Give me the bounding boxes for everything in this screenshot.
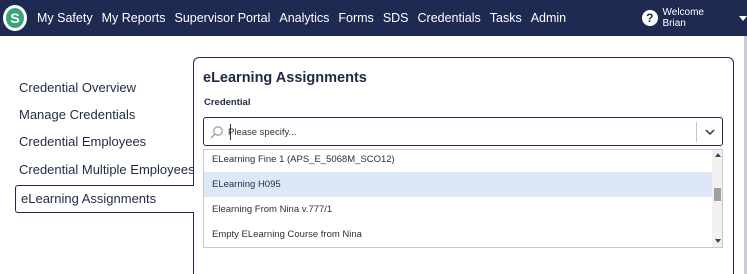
list-item[interactable]: Empty ELearning Course from Nina (204, 222, 712, 247)
text-cursor (230, 124, 231, 140)
tab-connector (192, 186, 195, 212)
sidebar-item-credential-multiple-employees[interactable]: Credential Multiple Employees (19, 162, 195, 177)
search-icon (210, 126, 223, 139)
list-item[interactable]: Elearning From Nina v.777/1 (204, 197, 712, 222)
sidebar-item-manage-credentials[interactable]: Manage Credentials (19, 107, 135, 122)
sidebar-item-label: eLearning Assignments (21, 191, 157, 206)
list-item[interactable]: ELearning H095 (204, 172, 712, 197)
main-nav: My Safety My Reports Supervisor Portal A… (37, 0, 566, 36)
user-menu[interactable]: ? Welcome Brian (642, 7, 747, 29)
sidebar-item-credential-overview[interactable]: Credential Overview (19, 80, 136, 95)
credential-select[interactable] (203, 117, 723, 146)
chevron-down-icon[interactable] (704, 126, 716, 138)
nav-forms[interactable]: Forms (338, 11, 373, 25)
help-icon[interactable]: ? (642, 10, 658, 26)
welcome-text: Welcome Brian (662, 7, 705, 29)
nav-my-safety[interactable]: My Safety (37, 11, 93, 25)
scrollbar-thumb[interactable] (714, 188, 721, 201)
credential-options-list: ELearning Fine 1 (APS_E_5068M_SCO12) ELe… (203, 149, 723, 248)
page-title: eLearning Assignments (203, 70, 367, 86)
scroll-up-arrow-icon[interactable] (715, 153, 721, 157)
select-divider (696, 122, 697, 142)
nav-my-reports[interactable]: My Reports (102, 11, 166, 25)
nav-tasks[interactable]: Tasks (490, 11, 522, 25)
nav-analytics[interactable]: Analytics (279, 11, 329, 25)
nav-credentials[interactable]: Credentials (418, 11, 481, 25)
nav-supervisor-portal[interactable]: Supervisor Portal (174, 11, 270, 25)
nav-admin[interactable]: Admin (531, 11, 566, 25)
credential-search-input[interactable] (228, 122, 688, 142)
scroll-down-arrow-icon[interactable] (715, 239, 721, 243)
sidebar-item-credential-employees[interactable]: Credential Employees (19, 134, 146, 149)
nav-sds[interactable]: SDS (383, 11, 409, 25)
logo-letter: S (6, 8, 24, 28)
logo-icon[interactable]: S (3, 5, 27, 31)
list-item[interactable]: ELearning Fine 1 (APS_E_5068M_SCO12) (204, 150, 712, 172)
caret-down-icon[interactable] (739, 15, 747, 21)
sidebar-item-elearning-assignments[interactable]: eLearning Assignments (15, 185, 194, 213)
credential-field-label: Credential (204, 97, 251, 108)
dropdown-scrollbar[interactable] (712, 150, 722, 247)
top-navbar: S My Safety My Reports Supervisor Portal… (0, 0, 747, 36)
